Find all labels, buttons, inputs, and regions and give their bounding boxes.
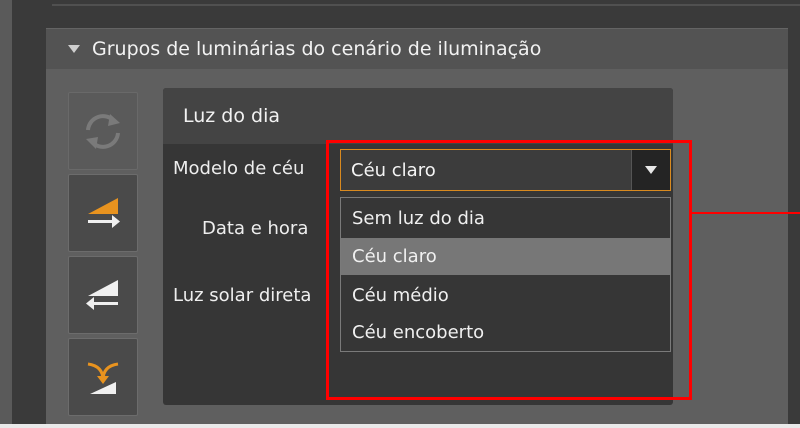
refresh-icon xyxy=(86,114,120,149)
direct-sunlight-label: Luz solar direta xyxy=(173,285,312,306)
section-header[interactable]: Grupos de luminárias do cenário de ilumi… xyxy=(46,28,788,70)
left-edge xyxy=(0,0,12,428)
sky-model-label: Modelo de céu xyxy=(173,158,305,179)
collapse-triangle-icon[interactable] xyxy=(68,45,80,53)
merge-icon xyxy=(87,362,119,394)
group-toolbar xyxy=(64,92,148,416)
move-left-icon xyxy=(86,280,118,310)
move-left-button[interactable] xyxy=(68,256,138,334)
move-right-button[interactable] xyxy=(68,174,138,252)
move-right-icon xyxy=(88,198,120,228)
refresh-button[interactable] xyxy=(68,92,138,170)
annotation-pointer-line xyxy=(692,212,800,214)
date-time-label: Data e hora xyxy=(202,218,309,239)
annotation-highlight-box xyxy=(326,140,692,400)
bottom-strip xyxy=(0,424,800,428)
daylight-title: Luz do dia xyxy=(183,105,281,127)
merge-button[interactable] xyxy=(68,338,138,416)
daylight-header[interactable]: Luz do dia xyxy=(163,88,673,144)
section-title: Grupos de luminárias do cenário de ilumi… xyxy=(92,38,542,60)
panel-top-divider xyxy=(52,4,800,6)
